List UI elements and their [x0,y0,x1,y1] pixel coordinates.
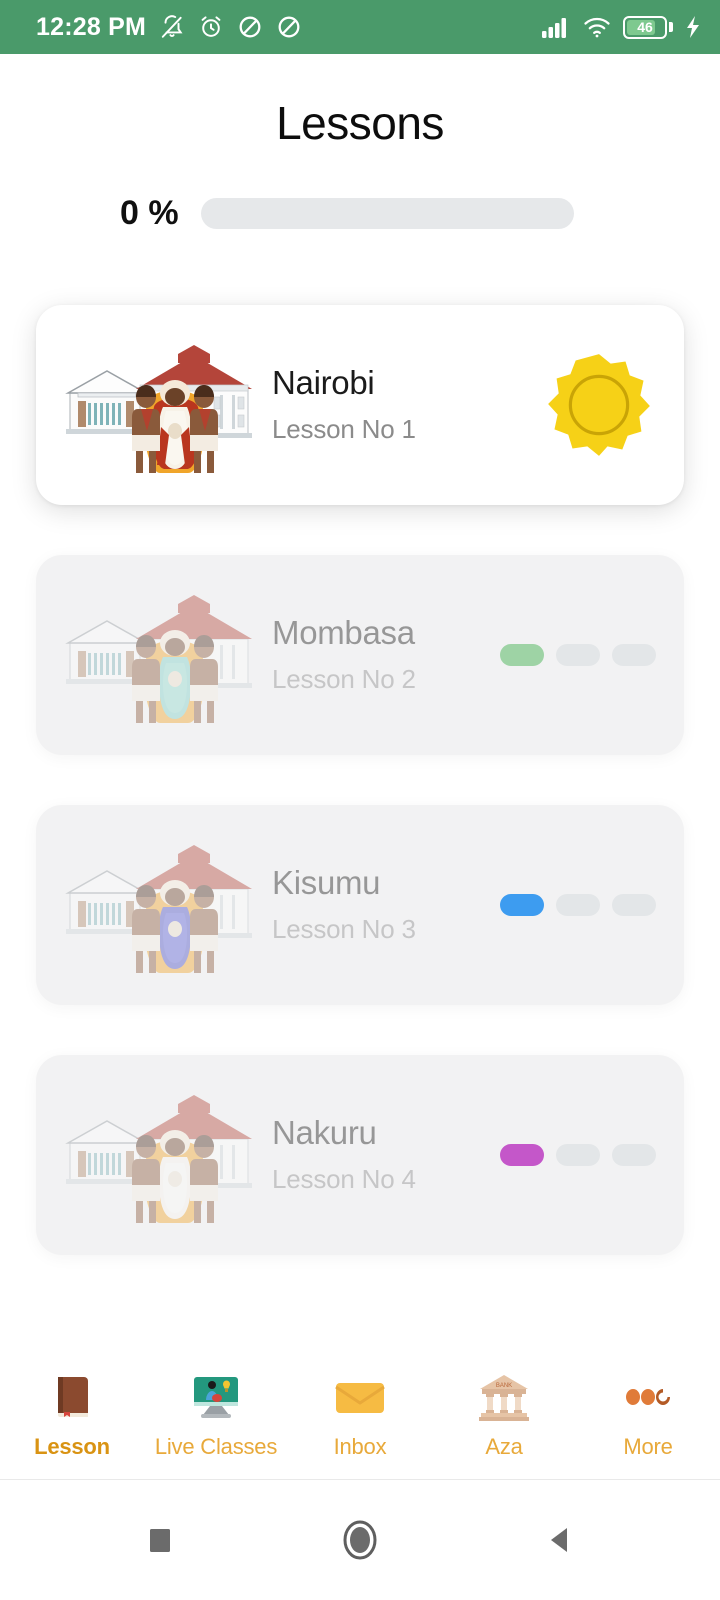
nav-item-more[interactable]: More [576,1369,720,1460]
lesson-text: Nairobi Lesson No 1 [272,365,546,444]
charging-bolt-icon [684,15,702,39]
status-clock: 12:28 PM [36,12,146,41]
lesson-illustration [62,335,258,475]
lesson-list: Nairobi Lesson No 1 Mombasa Lesson No 2 … [0,305,720,1255]
progress-pill-empty [612,894,656,916]
bank-icon: BANK [476,1369,532,1425]
alarm-icon [198,14,224,40]
back-button[interactable] [460,1524,660,1556]
progress-pill-filled [500,644,544,666]
do-not-disturb-icon [237,14,263,40]
nav-label: Aza [485,1434,523,1459]
status-bar-right: 46 [541,15,702,39]
progress-bar-track [200,198,574,229]
book-icon [44,1369,100,1425]
status-bar: 12:28 PM 46 [0,0,720,54]
lesson-subtitle: Lesson No 4 [272,1163,416,1194]
lesson-subtitle: Lesson No 3 [272,913,416,944]
lesson-illustration [62,1085,258,1225]
android-system-navigation [0,1480,720,1600]
progress-pill-empty [612,1144,656,1166]
lesson-illustration [62,585,258,725]
battery-icon: 46 [623,15,673,39]
nav-item-live-classes[interactable]: Live Classes [144,1369,288,1460]
wifi-icon [582,15,612,39]
nav-label: More [623,1434,673,1459]
lesson-progress-pills [500,644,656,666]
lesson-text: Nakuru Lesson No 4 [272,1115,500,1194]
lesson-illustration [62,835,258,975]
bank-icon-text: BANK [496,1383,512,1389]
lesson-title: Nairobi [272,364,375,402]
progress-pill-filled [500,894,544,916]
recents-button[interactable] [60,1525,260,1555]
status-bar-left: 12:28 PM [36,13,302,42]
lesson-subtitle: Lesson No 2 [272,663,416,694]
nav-item-inbox[interactable]: Inbox [288,1369,432,1460]
circle-icon [343,1520,377,1560]
cellular-signal-icon [541,15,571,39]
progress-pill-empty [556,894,600,916]
lesson-text: Kisumu Lesson No 3 [272,865,500,944]
do-not-disturb-icon [276,14,302,40]
bottom-navigation: Lesson Live Classes Inbox BANK Aza More [0,1350,720,1480]
lesson-card-nairobi[interactable]: Nairobi Lesson No 1 [36,305,684,505]
lesson-progress-pills [500,894,656,916]
nav-label: Live Classes [154,1434,278,1459]
bell-off-icon [159,14,185,40]
lesson-title: Mombasa [272,614,415,652]
course-progress: 0 % [120,194,720,233]
three-dots-icon [620,1369,676,1425]
page-title: Lessons [276,97,444,149]
lesson-title: Nakuru [272,1114,377,1152]
battery-level: 46 [637,19,653,35]
envelope-icon [332,1369,388,1425]
triangle-left-icon [551,1528,567,1552]
lesson-subtitle: Lesson No 1 [272,413,416,444]
home-button[interactable] [260,1518,460,1562]
progress-pill-empty [556,644,600,666]
lesson-card-kisumu[interactable]: Kisumu Lesson No 3 [36,805,684,1005]
lesson-card-nakuru[interactable]: Nakuru Lesson No 4 [36,1055,684,1255]
monitor-teacher-icon [188,1369,244,1425]
progress-pill-empty [612,644,656,666]
lesson-text: Mombasa Lesson No 2 [272,615,500,694]
sun-badge-icon[interactable] [546,352,652,458]
lesson-progress-pills [500,1144,656,1166]
nav-item-lesson[interactable]: Lesson [0,1369,144,1460]
nav-label: Inbox [333,1434,387,1459]
progress-pill-empty [556,1144,600,1166]
progress-percent-label: 0 % [120,194,179,232]
nav-label: Lesson [34,1434,110,1459]
lesson-card-mombasa[interactable]: Mombasa Lesson No 2 [36,555,684,755]
nav-item-aza[interactable]: BANK Aza [432,1369,576,1460]
square-icon [150,1529,170,1552]
progress-pill-filled [500,1144,544,1166]
lesson-title: Kisumu [272,864,381,902]
